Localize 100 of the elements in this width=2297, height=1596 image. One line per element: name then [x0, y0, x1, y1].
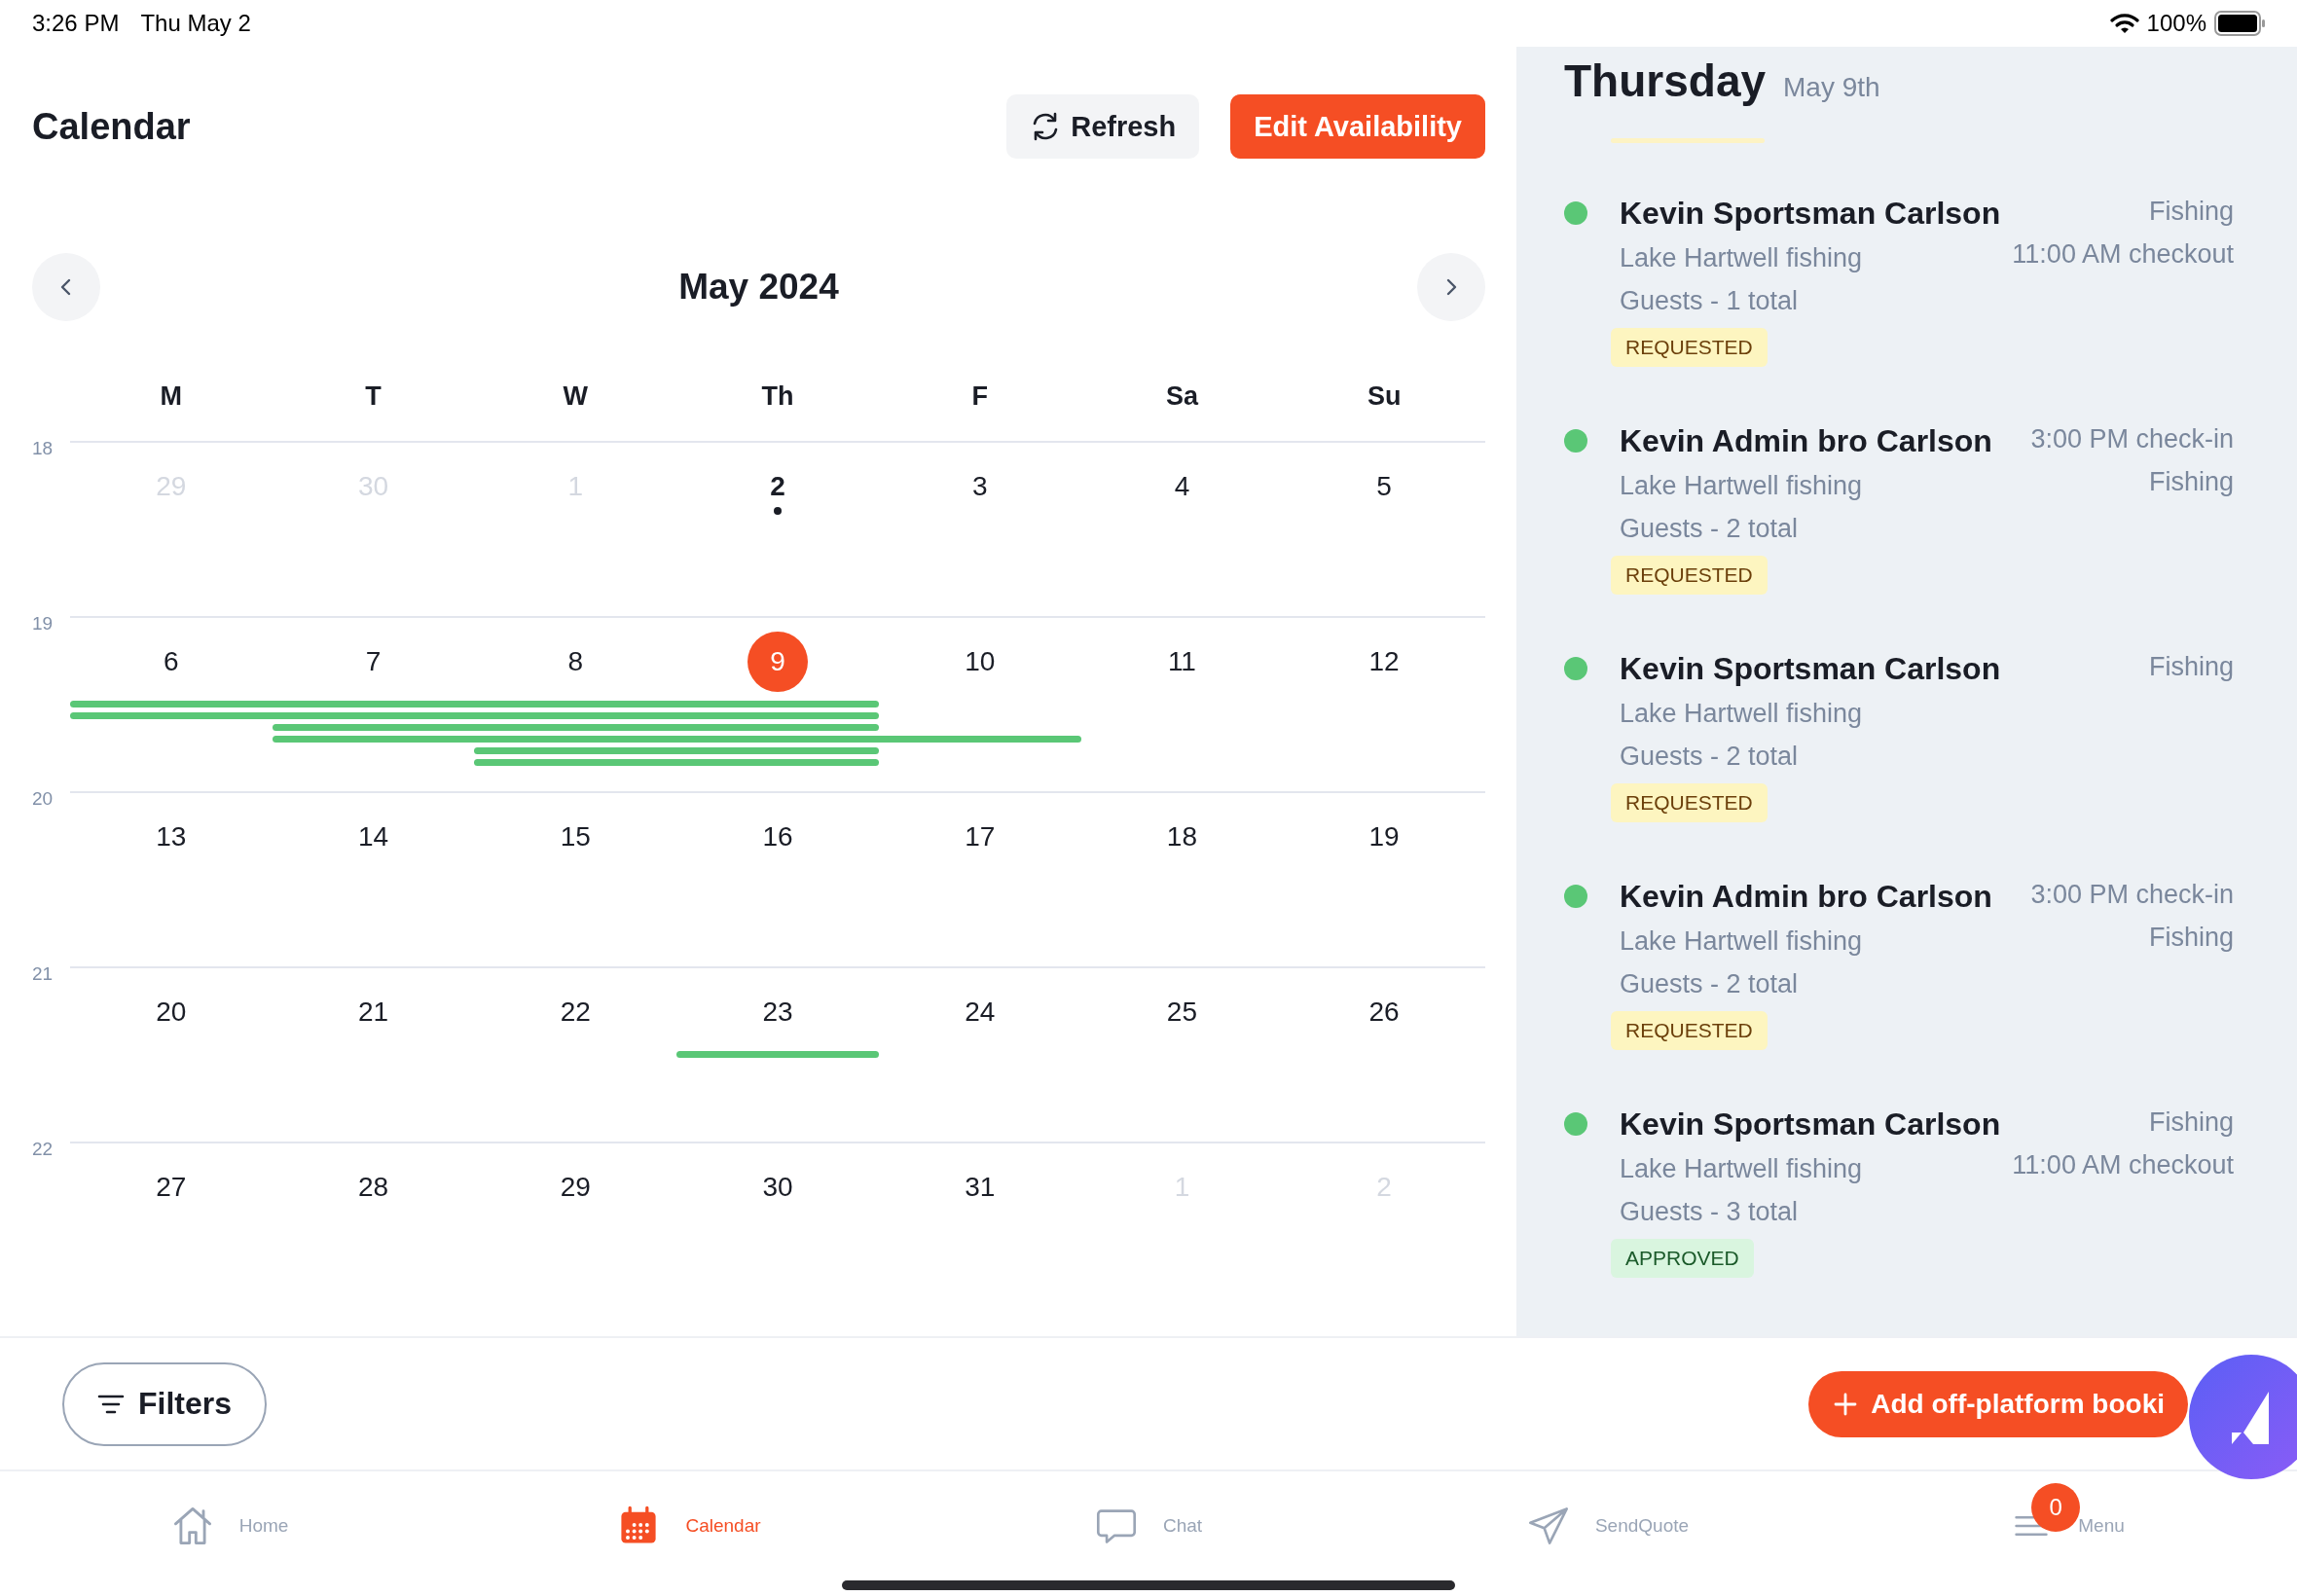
guest-name: Kevin Admin bro Carlson — [1620, 422, 1992, 460]
day-number[interactable]: 7 — [343, 632, 404, 692]
booking-info: Fishing — [2148, 651, 2234, 683]
booking-detail: Lake Hartwell fishing — [1620, 1153, 1863, 1185]
booking-info: Fishing — [2148, 922, 2234, 954]
tab-item[interactable]: Calendar — [459, 1471, 919, 1580]
weekday-label: T — [365, 381, 382, 413]
day-number[interactable]: 21 — [343, 982, 404, 1042]
day-number[interactable]: 13 — [140, 807, 201, 867]
day-number[interactable]: 25 — [1151, 982, 1213, 1042]
paper-plane-icon — [1526, 1505, 1570, 1547]
plus-icon — [1834, 1392, 1858, 1416]
booking-detail: Lake Hartwell fishing — [1620, 242, 1863, 274]
status-badge: REQUESTED — [1611, 783, 1768, 822]
status-dot — [1564, 1112, 1587, 1136]
booking-bar-segment[interactable] — [272, 736, 475, 743]
booking-info: 3:00 PM check-in — [2030, 423, 2234, 455]
day-number[interactable]: 22 — [545, 982, 606, 1042]
day-number[interactable]: 3 — [949, 456, 1010, 517]
weekday-label: W — [563, 381, 588, 413]
day-number[interactable]: 5 — [1354, 456, 1415, 517]
day-number[interactable]: 24 — [949, 982, 1010, 1042]
day-date: May 9th — [1783, 72, 1880, 103]
booking-detail: Guests - 1 total — [1620, 285, 1799, 317]
week-number: 21 — [32, 963, 54, 985]
day-number[interactable]: 9 — [747, 632, 808, 692]
booking-detail: Guests - 2 total — [1620, 968, 1799, 1000]
booking-detail: Guests - 2 total — [1620, 513, 1799, 545]
booking-info: Fishing — [2148, 1106, 2234, 1139]
day-number[interactable]: 8 — [545, 632, 606, 692]
assistant-logo-icon[interactable] — [2189, 1355, 2297, 1479]
day-number[interactable]: 2 — [747, 456, 808, 517]
status-dot — [1564, 429, 1587, 453]
guest-name: Kevin Sportsman Carlson — [1620, 650, 2001, 688]
notification-badge: 0 — [2031, 1483, 2081, 1532]
battery-percent: 100% — [2146, 10, 2206, 37]
day-number[interactable]: 16 — [747, 807, 808, 867]
day-number[interactable]: 12 — [1354, 632, 1415, 692]
week-number: 20 — [32, 788, 54, 810]
booking-bar-segment[interactable] — [474, 747, 677, 754]
day-number[interactable]: 20 — [140, 982, 201, 1042]
day-number[interactable]: 10 — [949, 632, 1010, 692]
booking-bar-segment[interactable] — [676, 712, 879, 719]
day-number[interactable]: 28 — [343, 1157, 404, 1217]
week-number: 22 — [32, 1139, 54, 1160]
status-badge: APPROVED — [1611, 1239, 1754, 1278]
guest-name: Kevin Sportsman Carlson — [1620, 195, 2001, 233]
day-number[interactable]: 23 — [747, 982, 808, 1042]
day-number[interactable]: 17 — [949, 807, 1010, 867]
refresh-button[interactable]: Refresh — [1006, 94, 1200, 159]
booking-info: 11:00 AM checkout — [2012, 1149, 2234, 1181]
edit-availability-button[interactable]: Edit Availability — [1230, 94, 1485, 159]
status-dot — [1564, 657, 1587, 680]
booking-bar-segment[interactable] — [474, 759, 677, 766]
wifi-icon — [2109, 13, 2139, 34]
weekday-label: F — [971, 381, 988, 413]
status-dot — [1564, 201, 1587, 225]
booking-bar-segment[interactable] — [676, 724, 879, 731]
booking-info: 11:00 AM checkout — [2012, 238, 2234, 271]
day-number[interactable]: 29 — [545, 1157, 606, 1217]
day-number[interactable]: 6 — [140, 632, 201, 692]
battery-icon — [2214, 11, 2265, 36]
day-number[interactable]: 27 — [140, 1157, 201, 1217]
booking-detail: Guests - 2 total — [1620, 741, 1799, 773]
filters-button[interactable]: Filters — [62, 1361, 268, 1446]
day-number[interactable]: 15 — [545, 807, 606, 867]
month-title: May 2024 — [678, 267, 839, 308]
booking-detail: Lake Hartwell fishing — [1620, 470, 1863, 502]
day-number[interactable]: 4 — [1151, 456, 1213, 517]
booking-info: 3:00 PM check-in — [2030, 879, 2234, 911]
booking-info: Fishing — [2148, 466, 2234, 498]
booking-bar-segment[interactable] — [676, 747, 879, 754]
tab-item[interactable]: 0 Menu — [1838, 1471, 2297, 1580]
day-number[interactable]: 11 — [1151, 632, 1213, 692]
guest-name: Kevin Admin bro Carlson — [1620, 878, 1992, 916]
booking-bar-segment[interactable] — [272, 724, 475, 731]
week-number: 19 — [32, 613, 54, 635]
day-number[interactable]: 26 — [1354, 982, 1415, 1042]
status-date: Thu May 2 — [140, 10, 251, 37]
booking-bar-segment[interactable] — [70, 712, 273, 719]
day-title: Thursday — [1564, 54, 1767, 107]
booking-info: Fishing — [2148, 196, 2234, 228]
booking-bar-segment[interactable] — [878, 736, 1081, 743]
day-number[interactable]: 14 — [343, 807, 404, 867]
filter-icon — [97, 1393, 125, 1415]
booking-bar-segment[interactable] — [676, 1051, 879, 1058]
booking-bar-segment[interactable] — [676, 759, 879, 766]
day-number[interactable]: 30 — [747, 1157, 808, 1217]
guest-name: Kevin Sportsman Carlson — [1620, 1106, 2001, 1143]
week-number: 18 — [32, 438, 54, 459]
weekday-label: Su — [1367, 381, 1402, 413]
add-booking-button[interactable]: Add off-platform booki — [1808, 1370, 2188, 1437]
day-number[interactable]: 18 — [1151, 807, 1213, 867]
booking-bar-segment[interactable] — [70, 701, 273, 707]
day-number[interactable]: 31 — [949, 1157, 1010, 1217]
day-number[interactable]: 19 — [1354, 807, 1415, 867]
booking-detail: Lake Hartwell fishing — [1620, 698, 1863, 730]
booking-bar-segment[interactable] — [676, 701, 879, 707]
booking-detail: Guests - 3 total — [1620, 1196, 1799, 1228]
status-badge: REQUESTED — [1611, 328, 1768, 367]
